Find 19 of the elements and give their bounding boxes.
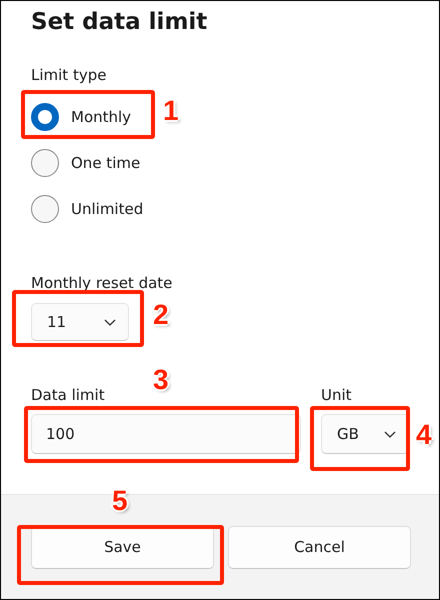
chevron-down-icon [104,318,116,326]
chevron-down-icon [384,430,396,438]
step-number: 2 [153,299,169,331]
cancel-button[interactable]: Cancel [228,526,411,568]
radio-option[interactable]: Monthly [31,103,132,131]
input-field[interactable]: 100 [31,414,301,454]
radio-option[interactable]: Unlimited [31,195,144,223]
step-number: 3 [153,364,169,396]
step-number: 4 [416,419,432,451]
field-label: Unit [321,385,353,405]
field-label: Data limit [31,385,106,405]
radio-option[interactable]: One time [31,149,140,177]
field-label: Limit type [31,65,108,85]
date-dropdown[interactable]: 11 [31,303,129,341]
unit-dropdown[interactable]: GB [321,414,409,454]
step-number: 5 [112,485,128,517]
dialog-title: Set data limit [31,8,208,37]
step-number: 1 [163,95,179,127]
field-label: Monthly reset date [31,273,174,293]
